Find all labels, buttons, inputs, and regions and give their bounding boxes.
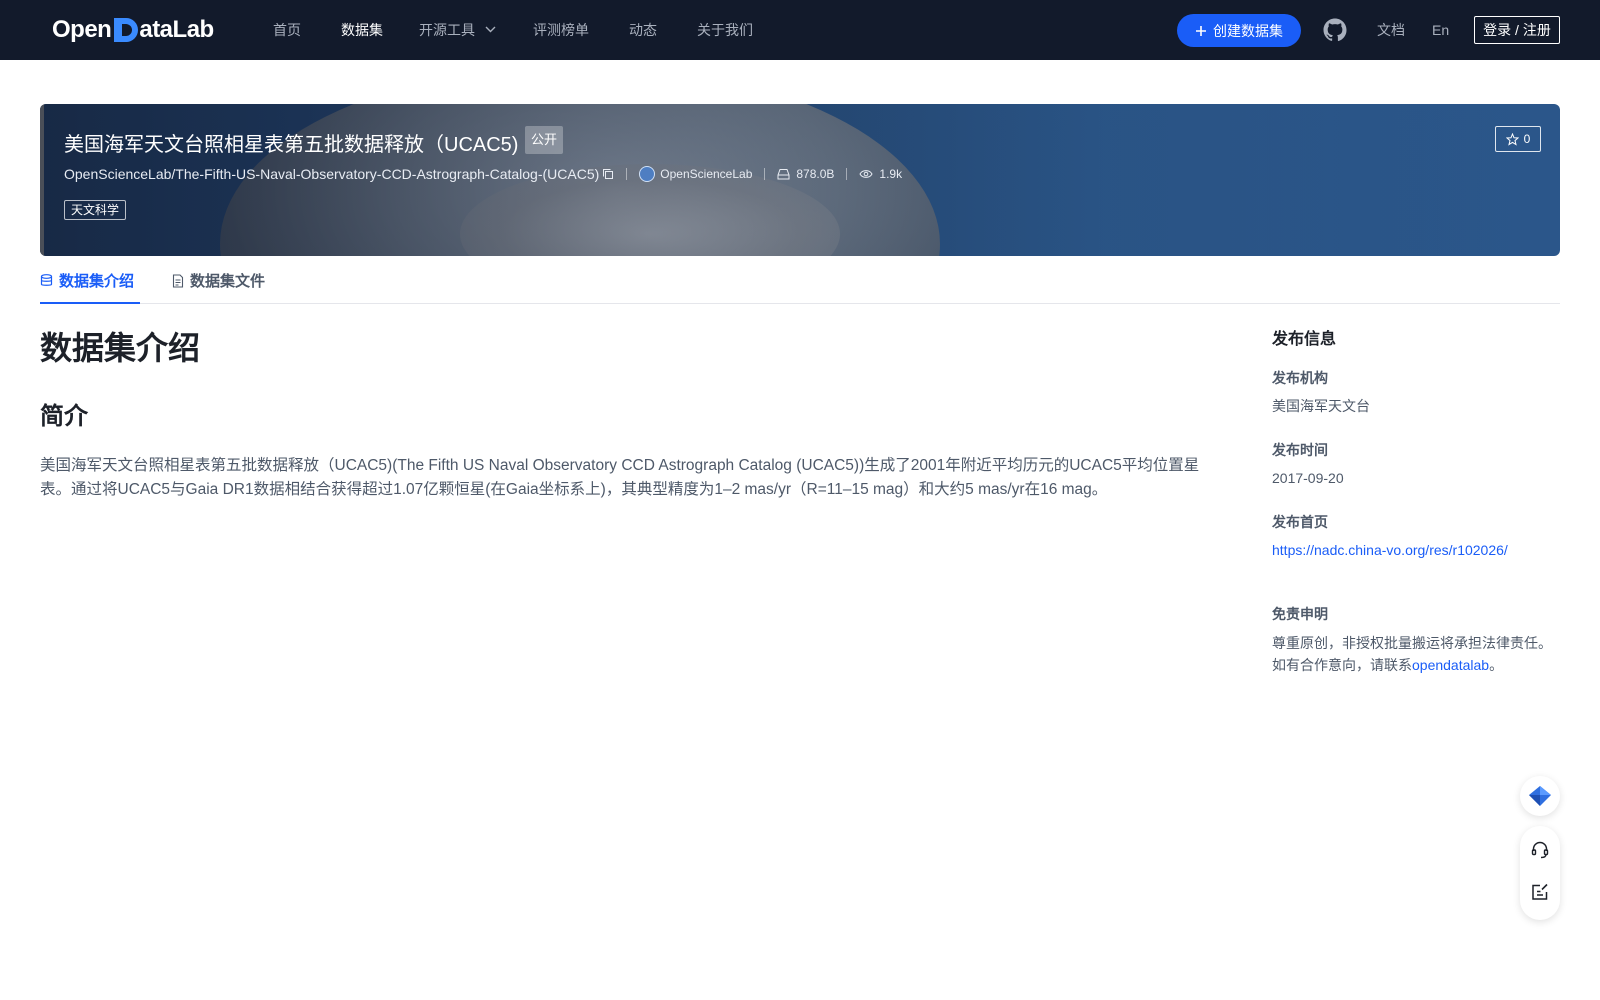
tab-dataset-intro-label: 数据集介绍	[59, 273, 135, 290]
tab-dataset-intro[interactable]: 数据集介绍	[40, 270, 134, 291]
publisher-label: 发布机构	[1272, 370, 1328, 386]
banner-edge	[40, 104, 44, 256]
dataset-owner[interactable]: OpenScienceLab	[660, 167, 752, 181]
disclaimer-line-2: 如有合作意向，请联系opendatalab。	[1272, 654, 1562, 676]
nav-open-source-tools[interactable]: 开源工具	[419, 20, 496, 40]
nav-about-us[interactable]: 关于我们	[697, 20, 753, 40]
active-tab-indicator	[40, 302, 140, 304]
star-count: 0	[1523, 132, 1531, 146]
dataset-tag[interactable]: 天文科学	[64, 200, 127, 220]
login-register-button[interactable]: 登录 / 注册	[1474, 16, 1560, 44]
copy-icon[interactable]	[602, 168, 614, 180]
plus-icon	[1196, 25, 1206, 36]
dataset-views: 1.9k	[879, 167, 903, 181]
nav-home[interactable]: 首页	[273, 20, 301, 40]
storage-icon	[777, 169, 790, 180]
disclaimer-line-1: 尊重原创，非授权批量搬运将承担法律责任。	[1272, 635, 1552, 651]
create-dataset-button[interactable]: 创建数据集	[1177, 14, 1301, 47]
diamond-logo-icon	[1529, 786, 1551, 806]
disclaimer-label: 免责申明	[1272, 606, 1328, 622]
disclaimer-text: 尊重原创，非授权批量搬运将承担法律责任。 如有合作意向，请联系opendatal…	[1272, 632, 1562, 676]
star-button[interactable]: 0	[1495, 126, 1541, 152]
publish-info-title: 发布信息	[1272, 331, 1337, 348]
publish-homepage-link[interactable]: https://nadc.china-vo.org/res/r102026/	[1272, 540, 1562, 560]
disclaimer-contact-suffix: 。	[1489, 657, 1504, 673]
dataset-title: 美国海军天文台照相星表第五批数据释放（UCAC5)	[64, 134, 519, 156]
floating-assistant-button[interactable]	[1520, 776, 1560, 816]
publish-homepage-label: 发布首页	[1272, 514, 1328, 530]
tab-dataset-files-label: 数据集文件	[190, 273, 266, 290]
nav-leaderboard[interactable]: 评测榜单	[533, 20, 589, 40]
language-switch[interactable]: En	[1432, 20, 1449, 40]
floating-action-group	[1520, 826, 1560, 920]
file-icon	[172, 273, 184, 288]
top-navigation-bar: Open ataLab 首页 数据集 开源工具 评测榜单 动态 关于我们 创建数…	[0, 0, 1600, 60]
dataset-size: 878.0B	[796, 167, 835, 181]
headset-icon[interactable]	[1530, 840, 1550, 860]
publish-date-value: 2017-09-20	[1272, 470, 1344, 486]
content-heading: 数据集介绍	[40, 330, 201, 366]
nav-docs[interactable]: 文档	[1377, 20, 1405, 40]
nav-open-source-tools-label: 开源工具	[419, 22, 475, 38]
eye-icon	[859, 170, 873, 178]
nav-datasets[interactable]: 数据集	[341, 20, 383, 40]
visibility-badge: 公开	[525, 126, 564, 154]
dataset-repo-path: OpenScienceLab/The-Fifth-US-Naval-Observ…	[64, 166, 600, 182]
feedback-edit-icon[interactable]	[1530, 882, 1550, 902]
dataset-header-banner: 美国海军天文台照相星表第五批数据释放（UCAC5) 公开 OpenScience…	[40, 104, 1560, 256]
dataset-tabs: 数据集介绍 数据集文件	[40, 262, 1560, 304]
chevron-down-icon	[485, 26, 496, 33]
publisher-value: 美国海军天文台	[1272, 398, 1370, 414]
publish-date-label: 发布时间	[1272, 442, 1328, 458]
database-icon	[40, 274, 53, 286]
publish-info-sidebar: 发布信息 发布机构 美国海军天文台 发布时间 2017-09-20 发布首页 h…	[1272, 328, 1562, 676]
github-icon[interactable]	[1323, 18, 1347, 42]
tab-dataset-files[interactable]: 数据集文件	[172, 270, 265, 291]
meta-separator	[764, 168, 766, 180]
meta-separator	[626, 168, 628, 180]
nav-news[interactable]: 动态	[629, 20, 657, 40]
star-icon	[1505, 132, 1519, 146]
opendatalab-contact-link[interactable]: opendatalab	[1412, 657, 1489, 673]
create-dataset-label: 创建数据集	[1213, 22, 1283, 39]
dataset-meta-row: OpenScienceLab/The-Fifth-US-Naval-Observ…	[64, 166, 902, 182]
logo-d-mark-icon	[114, 18, 139, 42]
disclaimer-contact-prefix: 如有合作意向，请联系	[1272, 657, 1412, 673]
content-subheading: 简介	[40, 403, 88, 430]
avatar-icon	[639, 166, 656, 182]
dataset-description: 美国海军天文台照相星表第五批数据释放（UCAC5)(The Fifth US N…	[40, 457, 1200, 498]
meta-separator	[846, 168, 848, 180]
opendatalab-logo[interactable]: Open ataLab	[52, 14, 214, 46]
